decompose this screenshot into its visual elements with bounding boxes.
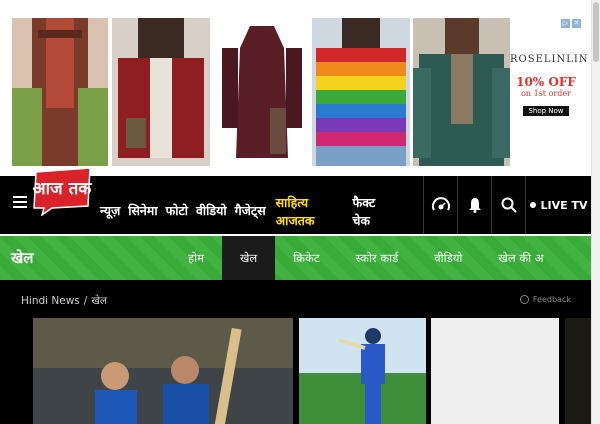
main-nav: न्यूज़ सिनेमा फोटो वीडियो गैजेट्स साहित्… [100,194,375,230]
nav-item-sahitya-line1: साहित्य [275,195,309,210]
ad-product-image[interactable] [214,18,310,166]
feedback-label: Feedback [532,295,571,304]
scrollbar-thumb[interactable] [593,2,599,62]
hamburger-menu-icon[interactable] [13,196,27,208]
notification-bell-icon[interactable] [457,176,491,234]
ad-product-image[interactable] [413,18,510,166]
adchoices-icon[interactable]: ▷ [561,19,570,28]
advertisement-banner[interactable]: ROSELINLIN 10% OFF on 1st order Shop Now… [0,0,591,176]
tab-home[interactable]: होम [170,236,222,280]
aajtak-logo[interactable]: आज तक [32,166,94,216]
search-icon[interactable] [491,176,525,234]
breadcrumb-separator: / [83,295,88,307]
nav-item-sahitya-line2: आजतक [275,213,315,228]
tab-scorecard[interactable]: स्कोर कार्ड [338,236,417,280]
ad-product-image[interactable] [312,18,410,166]
breadcrumb-home-link[interactable]: Hindi News [21,295,80,307]
page-scrollbar[interactable] [591,0,600,424]
story-card-image[interactable] [299,318,426,424]
nav-item-photo[interactable]: फोटो [166,202,188,230]
nav-item-fact-check[interactable]: फैक्ट चेक [352,194,375,230]
story-card-image[interactable] [33,318,293,424]
section-nav-bar: खेल होम खेल क्रिकेट स्कोर कार्ड वीडियो ख… [0,236,591,280]
story-card-placeholder[interactable] [431,318,559,424]
logo-text: आज तक [33,179,93,199]
ad-product-image[interactable] [12,18,108,166]
nav-item-gadgets[interactable]: गैजेट्स [235,202,266,230]
breadcrumb: Hindi News / खेल [21,294,107,308]
feedback-button[interactable]: Feedback [519,295,571,304]
content-area: Hindi News / खेल Feedback [0,280,591,424]
ad-product-image[interactable] [112,18,210,166]
tab-cricket[interactable]: क्रिकेट [275,236,337,280]
tab-more-sports[interactable]: खेल की अ [480,236,561,280]
ad-shop-button[interactable]: Shop Now [523,106,569,116]
ad-brand-name: ROSELINLIN [510,54,589,65]
nav-item-cinema[interactable]: सिनेमा [128,202,157,230]
ad-offer: 10% OFF [516,75,576,89]
live-dot-icon [529,202,536,208]
story-card-image[interactable] [565,318,591,424]
nav-item-fact-line1: फैक्ट [352,195,376,210]
ad-offer-note: on 1st order [521,89,571,98]
nav-item-news[interactable]: न्यूज़ [100,202,120,230]
tab-sports[interactable]: खेल [221,236,276,280]
live-tv-button[interactable]: LIVE TV [525,176,591,234]
tab-video[interactable]: वीडियो [416,236,480,280]
ad-brand-panel[interactable]: ROSELINLIN 10% OFF on 1st order Shop Now [510,18,589,166]
nav-item-video[interactable]: वीडियो [196,202,227,230]
podcast-icon[interactable] [423,176,457,234]
live-tv-label: LIVE TV [540,198,588,212]
feedback-icon [519,295,529,304]
section-title: खेल [11,249,34,267]
close-icon[interactable]: ✕ [572,19,581,28]
nav-item-sahitya-aajtak[interactable]: साहित्य आजतक [276,194,315,230]
breadcrumb-current: खेल [91,295,108,307]
nav-item-fact-line2: चेक [352,213,370,228]
